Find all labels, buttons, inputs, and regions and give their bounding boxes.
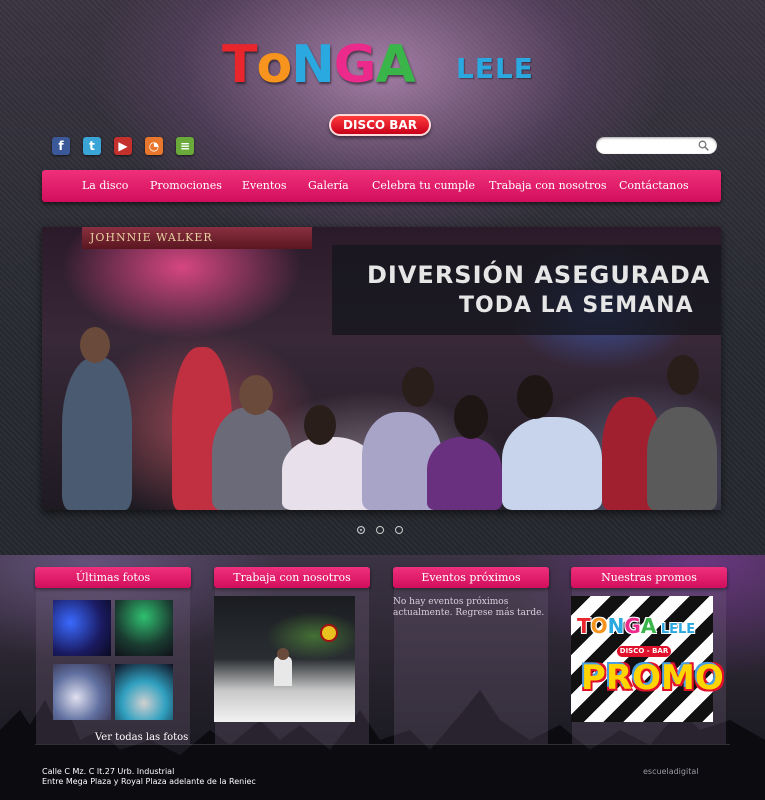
slider-caption: DIVERSIÓN ASEGURADA TODA LA SEMANA <box>332 245 721 335</box>
bartender-head <box>277 648 289 660</box>
slider-dot[interactable] <box>357 526 365 534</box>
search-input[interactable] <box>604 138 694 153</box>
crowd-head <box>667 355 699 395</box>
crowd-head <box>454 395 488 439</box>
promo-image[interactable]: TONGA LELE DISCO - BAR PROMO <box>571 596 724 722</box>
nav-item-galeria[interactable]: Galería <box>308 170 349 202</box>
panel-title-trabaja: Trabaja con nosotros <box>214 567 370 588</box>
bar-sign-text: JOHNNIE WALKER <box>90 231 213 244</box>
promo-word: PROMO <box>581 658 724 698</box>
caption-line-2: TODA LA SEMANA <box>459 293 694 318</box>
nav-item-promociones[interactable]: Promociones <box>150 170 222 202</box>
logo-letter: T <box>222 35 257 95</box>
see-all-photos-link[interactable]: Ver todas las fotos <box>95 732 188 743</box>
crowd-head <box>80 327 110 363</box>
footer-address: Calle C Mz. C lt.27 Urb. Industrial Entr… <box>42 767 256 787</box>
nav-item-la-disco[interactable]: La disco <box>82 170 128 202</box>
search-box <box>596 137 717 154</box>
logo-wordmark: ToNGA <box>222 35 416 95</box>
slider-dot[interactable] <box>376 526 384 534</box>
panel-title-promos: Nuestras promos <box>571 567 727 588</box>
panel-title-eventos: Eventos próximos <box>393 567 549 588</box>
photo-thumbnail[interactable] <box>53 664 111 720</box>
designer-credit[interactable]: escueladigital <box>643 767 698 776</box>
address-line-1: Calle C Mz. C lt.27 Urb. Industrial <box>42 767 175 776</box>
caption-line-1: DIVERSIÓN ASEGURADA <box>367 261 711 289</box>
logo-letter: G <box>333 35 377 95</box>
photo-thumbnail[interactable] <box>115 664 173 720</box>
promo-logo-letter: N <box>607 614 625 638</box>
social-links: f t ▶ ◔ ≡ <box>52 137 194 155</box>
hero-slider[interactable]: JOHNNIE WALKER DIVERSIÓN ASEGURADA TODA … <box>42 227 721 510</box>
logo-letter: A <box>375 35 415 95</box>
logo-letter: N <box>291 35 335 95</box>
nav-item-contactanos[interactable]: Contáctanos <box>619 170 689 202</box>
panel-title-ultimas-fotos: Últimas fotos <box>35 567 191 588</box>
promo-badge: DISCO - BAR <box>617 646 671 657</box>
promo-logo-sub: LELE <box>656 622 696 637</box>
search-icon[interactable] <box>698 140 709 151</box>
bar-logo-sign <box>320 624 338 642</box>
footer-divider <box>35 744 730 745</box>
promo-logo-letter: T <box>577 614 591 638</box>
main-nav: La disco Promociones Eventos Galería Cel… <box>42 170 721 202</box>
youtube-icon[interactable]: ▶ <box>114 137 132 155</box>
logo-subtitle: LELE <box>456 52 534 85</box>
work-photo[interactable] <box>214 596 355 722</box>
nav-item-trabaja-con-nosotros[interactable]: Trabaja con nosotros <box>489 170 607 202</box>
crowd-head <box>304 405 336 445</box>
disco-bar-badge: DISCO BAR <box>329 114 431 136</box>
crowd-person <box>502 417 602 510</box>
bartender <box>274 656 292 686</box>
nav-item-celebra-tu-cumple[interactable]: Celebra tu cumple <box>372 170 475 202</box>
promo-logo: TONGA LELE <box>577 614 695 638</box>
nav-item-eventos[interactable]: Eventos <box>242 170 287 202</box>
logo-letter: o <box>256 35 292 95</box>
promo-logo-letter: G <box>624 614 641 638</box>
share-icon[interactable]: ≡ <box>176 137 194 155</box>
crowd-person <box>62 357 132 510</box>
address-line-2: Entre Mega Plaza y Royal Plaza adelante … <box>42 777 256 786</box>
site-logo[interactable]: ToNGA LELE <box>222 35 552 100</box>
photo-thumbnail[interactable] <box>53 600 111 656</box>
rss-icon[interactable]: ◔ <box>145 137 163 155</box>
events-empty-text: No hay eventos próximos actualmente. Reg… <box>393 597 545 618</box>
slider-pagination <box>357 526 403 534</box>
crowd-person <box>212 407 292 510</box>
crowd-person <box>427 437 502 510</box>
crowd-head <box>239 375 273 415</box>
crowd-person <box>647 407 717 510</box>
photo-thumbnail[interactable] <box>115 600 173 656</box>
slider-dot[interactable] <box>395 526 403 534</box>
twitter-icon[interactable]: t <box>83 137 101 155</box>
promo-logo-letter: A <box>640 614 657 638</box>
promo-logo-letter: O <box>590 614 608 638</box>
crowd-head <box>402 367 434 407</box>
facebook-icon[interactable]: f <box>52 137 70 155</box>
crowd-head <box>517 375 553 419</box>
